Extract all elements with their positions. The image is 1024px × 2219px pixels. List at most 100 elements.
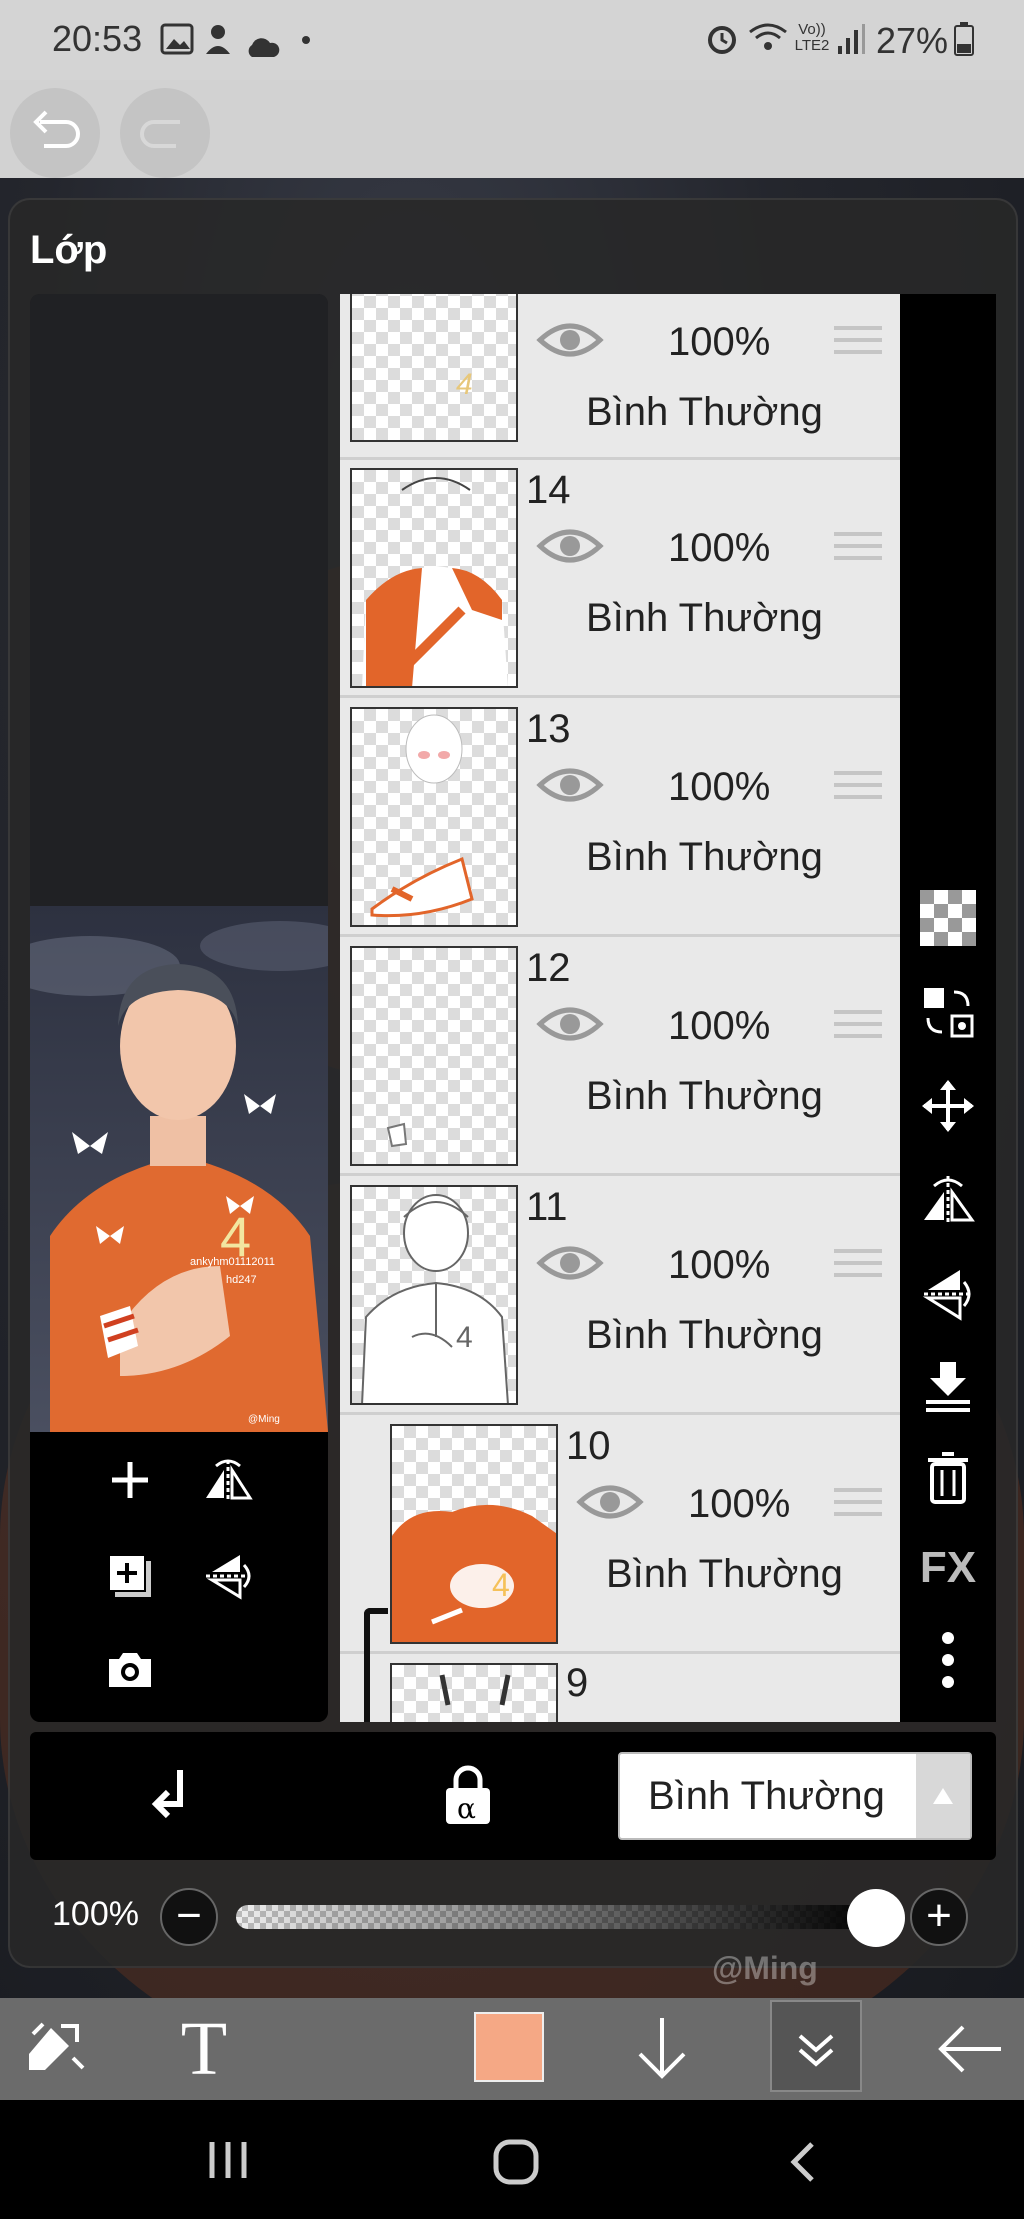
layer-row[interactable]: 4 10 100% Bình Thường (340, 1416, 900, 1668)
flip-horizontal-icon[interactable] (918, 1170, 978, 1230)
layer-row[interactable]: 9 (340, 1645, 900, 1722)
layer-thumbnail: 4 (390, 1424, 558, 1644)
home-icon[interactable] (492, 2138, 540, 2191)
layer-number: 12 (526, 946, 571, 990)
opacity-slider-thumb[interactable] (847, 1889, 905, 1947)
drag-handle-icon[interactable] (834, 326, 882, 362)
layer-thumbnail (350, 946, 518, 1166)
preview-empty-area (30, 294, 328, 906)
visibility-eye-icon[interactable] (536, 1002, 604, 1051)
layer-thumbnail (350, 468, 518, 688)
layer-row[interactable]: 12 100% Bình Thường (340, 938, 900, 1176)
layer-blend-mode: Bình Thường (586, 1074, 823, 1118)
visibility-eye-icon[interactable] (536, 524, 604, 573)
dialog-title: Lớp (30, 228, 108, 272)
drag-handle-icon[interactable] (834, 1249, 882, 1285)
layer-opacity: 100% (668, 320, 771, 364)
camera-import-button[interactable] (100, 1640, 160, 1700)
layers-panel-button[interactable] (770, 2000, 862, 2092)
preview-watermark: @Ming (248, 1414, 280, 1425)
layer-thumbnail (390, 1663, 558, 1722)
drag-handle-icon[interactable] (834, 771, 882, 807)
layer-thumbnail (350, 707, 518, 927)
signal-icon (836, 22, 866, 65)
system-back-icon[interactable] (788, 2140, 818, 2189)
add-layer-button[interactable] (100, 1450, 160, 1510)
layer-thumbnail: 4 (350, 294, 518, 442)
visibility-eye-icon[interactable] (536, 1241, 604, 1290)
layer-number: 14 (526, 468, 571, 512)
layer-number: 11 (526, 1185, 568, 1229)
left-panel: 4 ankyhm01112011 hd247 @Ming (30, 294, 328, 1722)
layer-row[interactable]: 4 100% Bình Thường (340, 294, 900, 460)
layer-list[interactable]: 4 100% Bình Thường 14 100% Bình Thường 1… (340, 294, 900, 1722)
swap-layers-button[interactable] (918, 982, 978, 1042)
delete-layer-icon[interactable] (918, 1448, 978, 1508)
gallery-icon (160, 22, 194, 64)
layer-number: 10 (566, 1424, 611, 1468)
visibility-eye-icon[interactable] (536, 318, 604, 367)
wifi-icon (748, 20, 788, 63)
layer-tools (30, 1432, 328, 1722)
status-bar: 20:53 Vo)) LTE2 27% (0, 0, 1024, 80)
drag-handle-icon[interactable] (834, 1488, 882, 1524)
status-time: 20:53 (52, 18, 143, 59)
back-arrow-icon[interactable] (930, 2010, 1010, 2088)
layer-number: 13 (526, 707, 571, 751)
layer-blend-mode: Bình Thường (586, 390, 823, 434)
more-options-icon[interactable] (918, 1630, 978, 1690)
battery-icon (954, 22, 974, 65)
undo-button[interactable] (10, 88, 100, 178)
arrow-down-icon[interactable] (622, 2010, 702, 2088)
battery-label: 27% (876, 20, 949, 61)
clipping-toggle-icon[interactable] (144, 1764, 204, 1833)
preview-tag-line-1: ankyhm01112011 (190, 1256, 276, 1268)
layer-opacity: 100% (668, 765, 771, 809)
recent-apps-icon[interactable] (206, 2140, 250, 2185)
drag-handle-icon[interactable] (834, 532, 882, 568)
opacity-slider[interactable] (236, 1905, 876, 1929)
flip-layer-horizontal-button[interactable] (198, 1450, 258, 1510)
merge-down-icon[interactable] (918, 1356, 978, 1416)
duplicate-layer-button[interactable] (100, 1546, 160, 1606)
text-tool-button[interactable]: T (164, 2007, 244, 2091)
blend-mode-select[interactable]: Bình Thường (618, 1752, 972, 1840)
opacity-label: 100% (52, 1895, 139, 1933)
alarm-icon (704, 20, 740, 65)
layer-row[interactable]: 14 100% Bình Thường (340, 460, 900, 698)
layer-opacity: 100% (668, 1004, 771, 1048)
system-navigation-bar (0, 2100, 1024, 2219)
visibility-eye-icon[interactable] (576, 1480, 644, 1529)
layer-blend-mode: Bình Thường (586, 1313, 823, 1357)
contact-icon (204, 22, 240, 65)
fx-button[interactable]: FX (918, 1538, 978, 1598)
opacity-decrease-button[interactable]: − (160, 1888, 218, 1946)
visibility-eye-icon[interactable] (536, 763, 604, 812)
network-label: Vo)) LTE2 (794, 21, 830, 54)
svg-text:α: α (457, 1792, 476, 1825)
move-icon[interactable] (918, 1076, 978, 1136)
notification-dot-icon (302, 36, 310, 44)
opacity-increase-button[interactable]: + (910, 1888, 968, 1946)
layer-thumbnail: 4 (350, 1185, 518, 1405)
layer-row[interactable]: 13 100% Bình Thường (340, 699, 900, 937)
chevron-up-icon (916, 1754, 970, 1838)
flip-vertical-icon[interactable] (918, 1264, 978, 1324)
flip-layer-vertical-button[interactable] (198, 1546, 258, 1606)
layer-opacity: 100% (688, 1482, 791, 1526)
layer-opacity: 100% (668, 526, 771, 570)
transparency-checker-button[interactable] (918, 888, 978, 948)
redo-button[interactable] (120, 88, 210, 178)
layer-row[interactable]: 4 11 100% Bình Thường (340, 1177, 900, 1415)
cloud-icon (244, 26, 280, 68)
tool-switch-icon[interactable] (16, 2010, 96, 2088)
thumbnail-number-mark: 4 (456, 368, 473, 401)
drag-handle-icon[interactable] (834, 1010, 882, 1046)
blend-mode-value: Bình Thường (648, 1774, 885, 1818)
layer-number: 9 (566, 1661, 589, 1705)
alpha-lock-icon[interactable]: α (440, 1764, 496, 1833)
color-swatch-button[interactable] (474, 2012, 544, 2082)
layer-blend-mode: Bình Thường (586, 835, 823, 879)
canvas-preview[interactable]: 4 ankyhm01112011 hd247 @Ming (30, 906, 328, 1432)
svg-text:4: 4 (492, 1567, 510, 1603)
